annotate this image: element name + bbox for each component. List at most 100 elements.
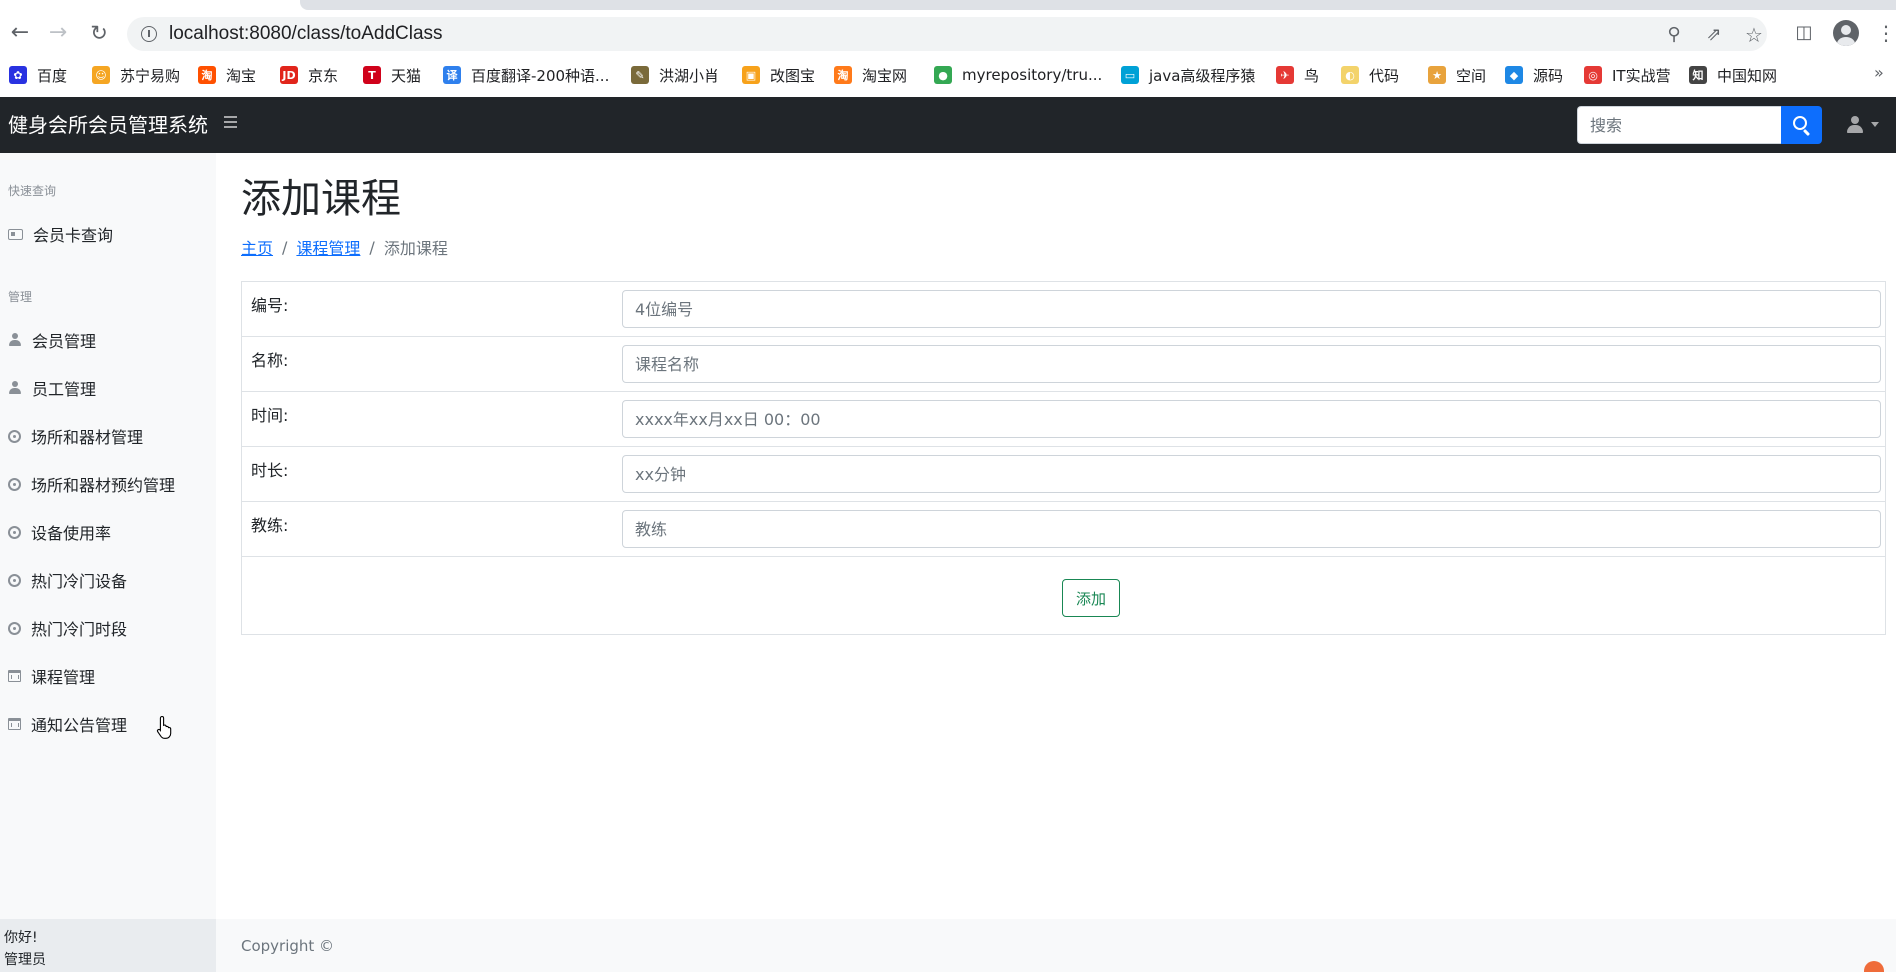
sidebar-item-members[interactable]: 会员管理 [0,322,216,358]
form-row-id: 编号: [242,282,1885,337]
bookmark-label: 代码 [1369,66,1400,85]
kebab-menu-icon[interactable]: ⋮ [1874,21,1896,45]
bookmark-item[interactable]: ◎ IT实战营 [1584,61,1671,89]
bookmark-item[interactable]: 淘淘宝 [198,61,256,89]
url-text[interactable]: localhost:8080/class/toAddClass [169,17,443,51]
bookmark-favicon-icon: ✈ [1276,66,1294,84]
bookmark-label: 空间 [1456,66,1487,85]
breadcrumb-separator: / [369,237,375,257]
add-button[interactable]: 添加 [1062,579,1120,617]
zoom-icon[interactable]: ⚲ [1664,25,1684,45]
bookmark-favicon-icon: T [363,66,381,84]
sidebar-item-label: 热门冷门时段 [31,620,128,639]
breadcrumb-course-management[interactable]: 课程管理 [296,235,360,259]
sidebar-item-card-query[interactable]: 会员卡查询 [0,216,216,252]
bookmark-label: 中国知网 [1717,66,1778,85]
sidebar-item-popular-equipment[interactable]: 热门冷门设备 [0,562,216,598]
bookmark-favicon-icon: ◆ [1505,66,1523,84]
form-row-duration: 时长: [242,447,1885,502]
arrow-right-icon[interactable]: → [46,21,70,45]
sidebar-item-notices[interactable]: 通知公告管理 [0,706,216,742]
form-row-coach: 教练: [242,502,1885,557]
bookmark-label: 鸟 [1304,66,1320,85]
bookmark-item[interactable]: ▭ java高级程序猿 [1121,61,1255,89]
field-label: 编号: [251,296,289,315]
bookmark-item[interactable]: 知中国知网 [1689,61,1777,89]
user-tie-icon [8,381,22,395]
bookmark-favicon-icon: ☺ [92,66,110,84]
bookmarks-bar: ✿ 百度 ☺ 苏宁易购淘淘宝 JD 京东 T 天猫译百度翻译-200种语... ✎ 洪湖小肖 ▣ 改图… [0,61,1896,89]
field-label: 时长: [251,461,289,480]
bookmark-item[interactable]: ✈ 鸟 [1276,61,1319,89]
breadcrumb-home[interactable]: 主页 [241,235,273,259]
bookmark-item[interactable]: ● myrepository/tru... [934,61,1102,89]
sidebar-item-usage-rate[interactable]: 设备使用率 [0,514,216,550]
reload-icon[interactable]: ↻ [87,21,111,45]
course-name-input[interactable] [622,345,1881,383]
bookmark-label: myrepository/tru... [962,66,1103,84]
bookmark-item[interactable]: ✎ 洪湖小肖 [631,61,719,89]
top-navbar: 健身会所会员管理系统 [0,97,1896,153]
bookmark-item[interactable]: T 天猫 [363,61,421,89]
sidebar-item-label: 场所和器材预约管理 [31,476,176,495]
arrow-left-icon[interactable]: ← [8,21,32,45]
bookmark-item[interactable]: ✿ 百度 [9,61,67,89]
floating-widget-icon[interactable] [1864,961,1884,972]
brand-title[interactable]: 健身会所会员管理系统 [8,97,208,153]
user-icon [8,333,22,347]
bookmark-label: 洪湖小肖 [659,66,720,85]
course-coach-input[interactable] [622,510,1881,548]
field-label: 教练: [251,516,289,535]
course-id-input[interactable] [622,290,1881,328]
bookmark-favicon-icon: ★ [1428,66,1446,84]
bookmark-label: 淘宝 [226,66,257,85]
bookmark-item[interactable]: ◆ 源码 [1505,61,1563,89]
sidebar-item-label: 课程管理 [31,668,96,687]
id-card-icon [8,228,23,240]
tab-strip-edge [300,0,1896,10]
greeting-text: 你好! [4,930,38,946]
bookmark-item[interactable]: ☺ 苏宁易购 [92,61,180,89]
bookmark-item[interactable]: ★ 空间 [1428,61,1486,89]
bookmark-item[interactable]: JD 京东 [280,61,338,89]
sidebar-item-staff[interactable]: 员工管理 [0,370,216,406]
share-icon[interactable]: ⇗ [1704,25,1724,45]
browser-chrome: ← → ↻ localhost:8080/class/toAddClass ⚲ … [0,0,1896,97]
copyright-text: Copyright © [241,937,335,955]
user-menu-toggle[interactable] [1847,115,1883,135]
sidebar-heading-manage: 管理 [8,290,33,304]
sidebar-item-reservations[interactable]: 场所和器材预约管理 [0,466,216,502]
search-input[interactable] [1577,106,1781,144]
calendar-icon [8,718,21,730]
course-duration-input[interactable] [622,455,1881,493]
bookmarks-overflow-button[interactable]: » [1874,63,1884,82]
bookmark-label: 京东 [308,66,339,85]
sidebar-item-label: 通知公告管理 [31,716,128,735]
sidebar-item-venues[interactable]: 场所和器材管理 [0,418,216,454]
bookmark-label: 改图宝 [770,66,816,85]
main-content: 添加课程 主页 / 课程管理 / 添加课程 编号: 名称: 时间: 时长: 教练… [216,153,1896,972]
sidebar-item-courses[interactable]: 课程管理 [0,658,216,694]
bookmark-item[interactable]: 译百度翻译-200种语... [443,61,609,89]
bookmark-favicon-icon: 淘 [834,66,852,84]
field-label: 时间: [251,406,289,425]
form-row-name: 名称: [242,337,1885,392]
profile-icon[interactable] [1833,20,1859,46]
search-icon [1793,116,1807,130]
user-role: 管理员 [4,952,46,968]
bookmark-favicon-icon: ◐ [1341,66,1359,84]
bookmark-item[interactable]: ◐ 代码 [1341,61,1399,89]
bookmark-item[interactable]: ▣ 改图宝 [742,61,815,89]
sidebar: 快速查询 会员卡查询 管理 会员管理 员工管理 场所和器材管理 场所和器材预约管… [0,153,216,972]
hamburger-icon[interactable] [224,116,240,130]
bookmark-item[interactable]: 淘淘宝网 [834,61,907,89]
star-icon[interactable]: ☆ [1744,25,1764,45]
info-icon[interactable] [141,26,157,42]
field-label: 名称: [251,351,289,370]
sidebar-item-popular-times[interactable]: 热门冷门时段 [0,610,216,646]
search-button[interactable] [1781,106,1822,144]
side-panel-icon[interactable]: ◫ [1792,21,1816,45]
address-bar[interactable]: localhost:8080/class/toAddClass ⚲ ⇗ ☆ [127,17,1767,51]
bookmark-label: 淘宝网 [862,66,908,85]
course-time-input[interactable] [622,400,1881,438]
